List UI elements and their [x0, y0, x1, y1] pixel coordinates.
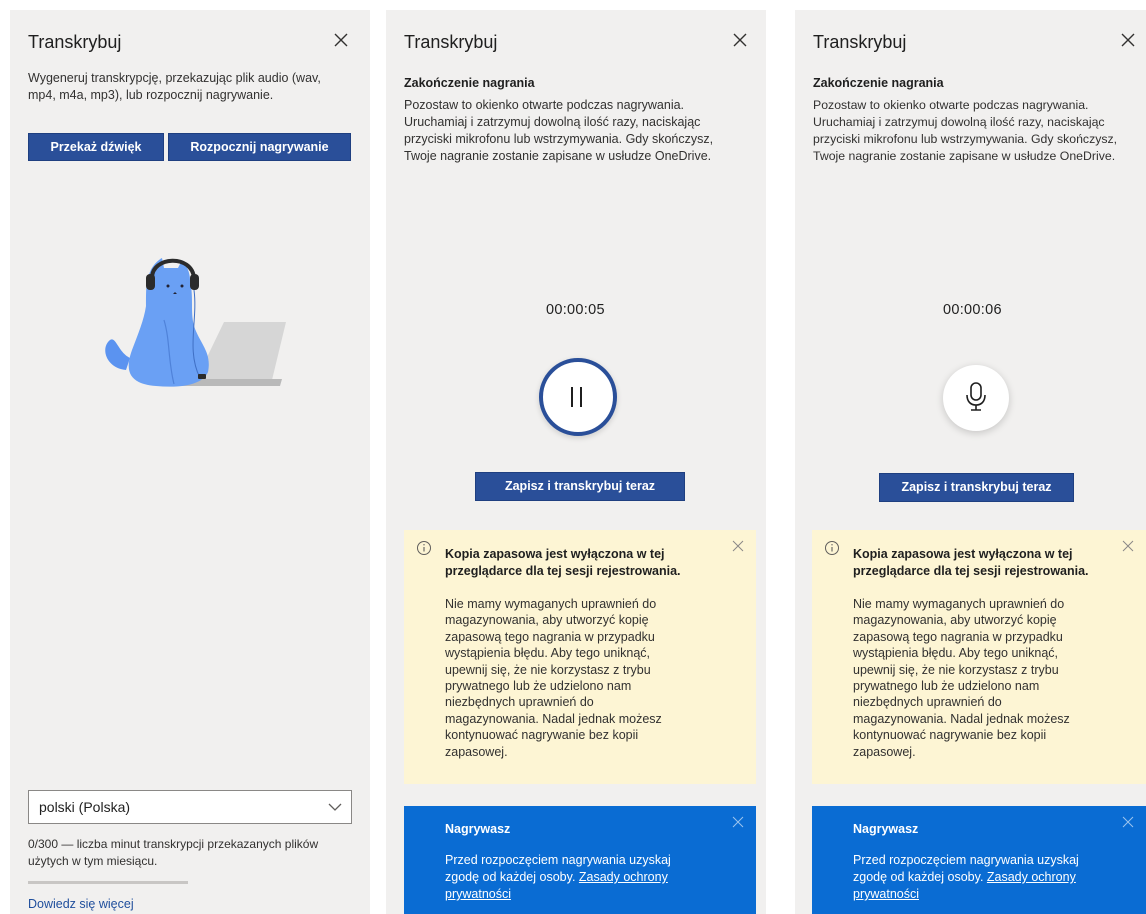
- pause-icon: [571, 387, 573, 407]
- backup-warning-banner: Kopia zapasowa jest wyłączona w tej prze…: [404, 530, 756, 784]
- resume-microphone-button[interactable]: [943, 365, 1009, 431]
- warning-body: Nie mamy wymaganych uprawnień do magazyn…: [445, 597, 662, 759]
- info-icon: [417, 541, 431, 555]
- close-button[interactable]: [1117, 29, 1139, 51]
- close-icon[interactable]: [1122, 816, 1134, 828]
- close-icon[interactable]: [732, 816, 744, 828]
- recording-description: Pozostaw to okienko otwarte podczas nagr…: [404, 98, 714, 163]
- save-and-transcribe-button[interactable]: Zapisz i transkrybuj teraz: [475, 472, 685, 501]
- close-icon[interactable]: [1122, 540, 1134, 552]
- save-and-transcribe-button[interactable]: Zapisz i transkrybuj teraz: [879, 473, 1074, 502]
- recording-subheading: Zakończenie nagrania: [813, 76, 944, 90]
- pause-button[interactable]: [539, 358, 617, 436]
- warning-body: Nie mamy wymaganych uprawnień do magazyn…: [853, 597, 1070, 759]
- panel-title: Transkrybuj: [404, 32, 498, 52]
- close-icon[interactable]: [732, 540, 744, 552]
- recording-consent-notice: Nagrywasz Przed rozpoczęciem nagrywania …: [812, 806, 1146, 914]
- learn-more-link[interactable]: Dowiedz się więcej: [28, 897, 134, 911]
- notice-title: Nagrywasz: [445, 822, 511, 836]
- pause-icon-bar: [580, 387, 582, 407]
- privacy-policy-link[interactable]: Zasady ochrony: [579, 870, 668, 884]
- privacy-policy-link-cont[interactable]: prywatności: [853, 887, 919, 901]
- upload-audio-button[interactable]: Przekaż dźwięk: [28, 133, 164, 161]
- privacy-policy-link-cont[interactable]: prywatności: [445, 887, 511, 901]
- microphone-icon: [966, 382, 986, 411]
- close-icon: [1121, 33, 1135, 47]
- transcribe-panel-paused: Transkrybuj Zakończenie nagrania Pozosta…: [795, 10, 1146, 914]
- transcribe-panel-start: Transkrybuj Wygeneruj transkrypcję, prze…: [10, 10, 370, 914]
- notice-body: Przed rozpoczęciem nagrywania uzyskaj zg…: [853, 853, 1079, 901]
- panel-title: Transkrybuj: [28, 32, 122, 52]
- panel-description: Wygeneruj transkrypcję, przekazując plik…: [28, 71, 321, 102]
- notice-title: Nagrywasz: [853, 822, 919, 836]
- transcribe-panel-recording: Transkrybuj Zakończenie nagrania Pozosta…: [386, 10, 766, 914]
- recording-subheading: Zakończenie nagrania: [404, 76, 535, 90]
- warning-title: Kopia zapasowa jest wyłączona w tej prze…: [853, 547, 1089, 578]
- recording-timer: 00:00:05: [546, 302, 605, 318]
- start-recording-button[interactable]: Rozpocznij nagrywanie: [168, 133, 351, 161]
- transcription-quota-text: 0/300 — liczba minut transkrypcji przeka…: [28, 837, 319, 868]
- quota-progress-bar: [28, 881, 188, 884]
- language-dropdown[interactable]: polski (Polska): [28, 790, 352, 824]
- panel-title: Transkrybuj: [813, 32, 907, 52]
- recording-timer: 00:00:06: [943, 302, 1002, 318]
- close-icon: [733, 33, 747, 47]
- info-icon: [825, 541, 839, 555]
- close-button[interactable]: [729, 29, 751, 51]
- language-selected-value: polski (Polska): [39, 799, 131, 815]
- warning-title: Kopia zapasowa jest wyłączona w tej prze…: [445, 547, 681, 578]
- notice-body: Przed rozpoczęciem nagrywania uzyskaj zg…: [445, 853, 671, 901]
- privacy-policy-link[interactable]: Zasady ochrony: [987, 870, 1076, 884]
- chevron-down-icon: [328, 803, 342, 811]
- close-icon: [334, 33, 348, 47]
- close-button[interactable]: [330, 29, 352, 51]
- backup-warning-banner: Kopia zapasowa jest wyłączona w tej prze…: [812, 530, 1146, 784]
- recording-description: Pozostaw to okienko otwarte podczas nagr…: [813, 98, 1118, 163]
- recording-consent-notice: Nagrywasz Przed rozpoczęciem nagrywania …: [404, 806, 756, 914]
- cat-headphones-illustration: [105, 258, 286, 387]
